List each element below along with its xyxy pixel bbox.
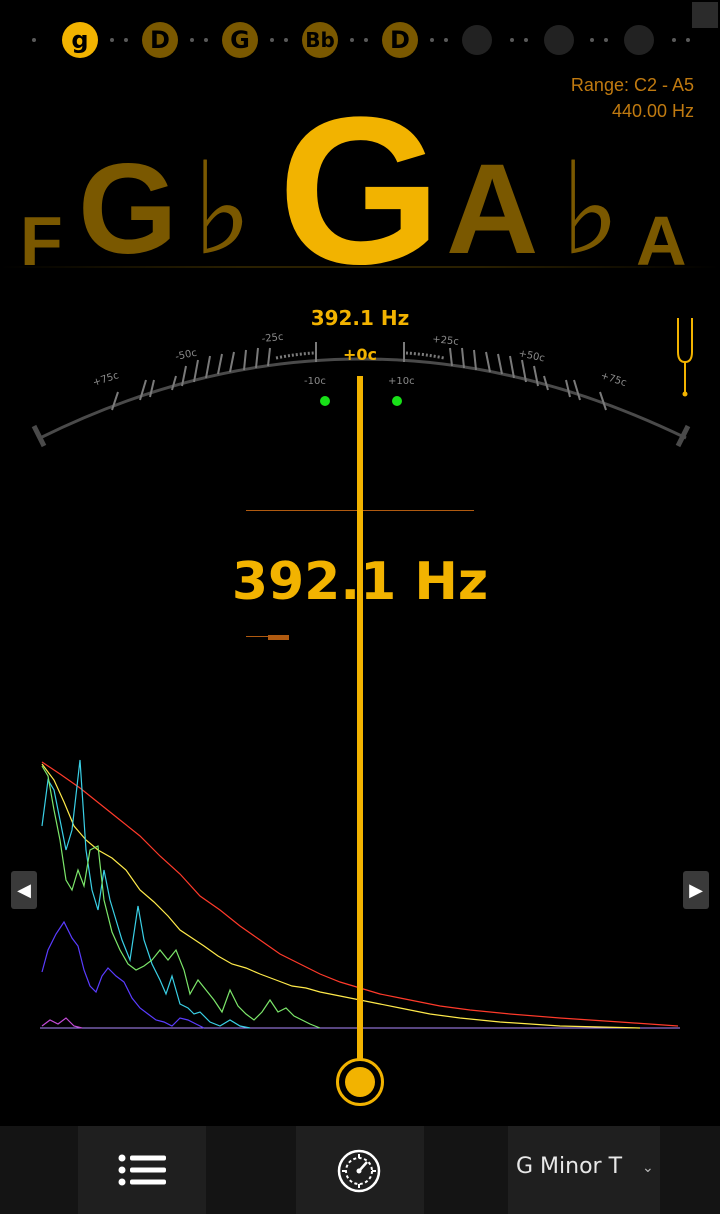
note-left-flat: ♭ xyxy=(192,135,253,284)
gauge-label-p10: +10c xyxy=(388,376,415,387)
string-button-3[interactable]: G xyxy=(222,22,258,58)
spectrum-magenta xyxy=(41,1017,83,1029)
divider-dot xyxy=(124,38,128,42)
divider-dot xyxy=(430,38,434,42)
divider-dot xyxy=(110,38,114,42)
gauge-fine-left xyxy=(275,351,315,360)
divider-dot xyxy=(444,38,448,42)
string-button-4[interactable]: Bb xyxy=(302,22,338,58)
divider-dot xyxy=(590,38,594,42)
previous-button[interactable]: ◀ xyxy=(11,871,37,909)
string-selector: g D G Bb D xyxy=(0,0,720,80)
note-current: G xyxy=(278,73,442,308)
divider-dot xyxy=(686,38,690,42)
divider-dot xyxy=(350,38,354,42)
note-right-flat: ♭ xyxy=(560,135,621,284)
tuning-needle xyxy=(357,376,363,1066)
range-label: Range: C2 - A5 xyxy=(570,75,694,95)
divider-dot xyxy=(284,38,288,42)
deviation-line xyxy=(246,636,268,637)
string-label: D xyxy=(390,26,410,54)
gauge-label-p75: +75c xyxy=(599,370,628,389)
string-label: D xyxy=(150,26,170,54)
divider-dot xyxy=(364,38,368,42)
divider-dot xyxy=(672,38,676,42)
gauge-label-m50: -50c xyxy=(174,348,198,363)
string-button-5[interactable]: D xyxy=(382,22,418,58)
menu-button[interactable] xyxy=(78,1126,206,1214)
chevron-down-icon: ⌄ xyxy=(642,1160,654,1176)
list-icon xyxy=(118,1154,166,1186)
in-tune-indicator-right xyxy=(392,396,402,406)
gauge-label-p25: +25c xyxy=(432,334,460,348)
divider-dot xyxy=(190,38,194,42)
divider-dot xyxy=(204,38,208,42)
deviation-marker xyxy=(268,635,289,640)
gauge-label-m25: -25c xyxy=(261,332,284,345)
string-label: g xyxy=(71,26,89,54)
tuning-fork-icon[interactable] xyxy=(672,316,698,400)
tuning-name: G Minor T xyxy=(516,1154,623,1179)
needle-knob-center xyxy=(345,1067,375,1097)
spectrum-blue xyxy=(41,920,205,1029)
divider-dot xyxy=(604,38,608,42)
gear-dial-icon xyxy=(337,1149,381,1193)
right-arrow-icon: ▶ xyxy=(689,879,703,901)
note-baseline xyxy=(0,266,720,268)
gauge-fine-right xyxy=(405,351,445,360)
settings-button[interactable] xyxy=(296,1126,424,1214)
corner-button[interactable] xyxy=(692,2,718,28)
spectrum-cyan xyxy=(41,759,251,1029)
note-left: G xyxy=(78,138,178,281)
note-right: A xyxy=(446,138,539,281)
string-button-8[interactable] xyxy=(624,25,654,55)
divider-dot xyxy=(32,38,36,42)
in-tune-indicator-left xyxy=(320,396,330,406)
gauge-label-m75: +75c xyxy=(92,370,121,389)
spectrum-yellow xyxy=(41,763,641,1029)
string-label: G xyxy=(230,26,250,54)
gauge-arc xyxy=(39,357,687,440)
string-button-1[interactable]: g xyxy=(62,22,98,58)
left-arrow-icon: ◀ xyxy=(17,879,31,901)
string-button-7[interactable] xyxy=(544,25,574,55)
range-info: Range: C2 - A5 440.00 Hz xyxy=(571,72,694,124)
next-button[interactable]: ▶ xyxy=(683,871,709,909)
divider-dot xyxy=(270,38,274,42)
string-label: Bb xyxy=(305,28,335,52)
spectrum-green xyxy=(41,765,321,1029)
gauge-frequency: 392.1 Hz xyxy=(310,306,410,330)
string-button-6[interactable] xyxy=(462,25,492,55)
gauge-cents: +0c xyxy=(342,345,378,364)
string-button-2[interactable]: D xyxy=(142,22,178,58)
divider-dot xyxy=(510,38,514,42)
divider-dot xyxy=(524,38,528,42)
gauge-label-m10: -10c xyxy=(304,376,326,387)
reference-pitch: 440.00 Hz xyxy=(611,101,694,121)
